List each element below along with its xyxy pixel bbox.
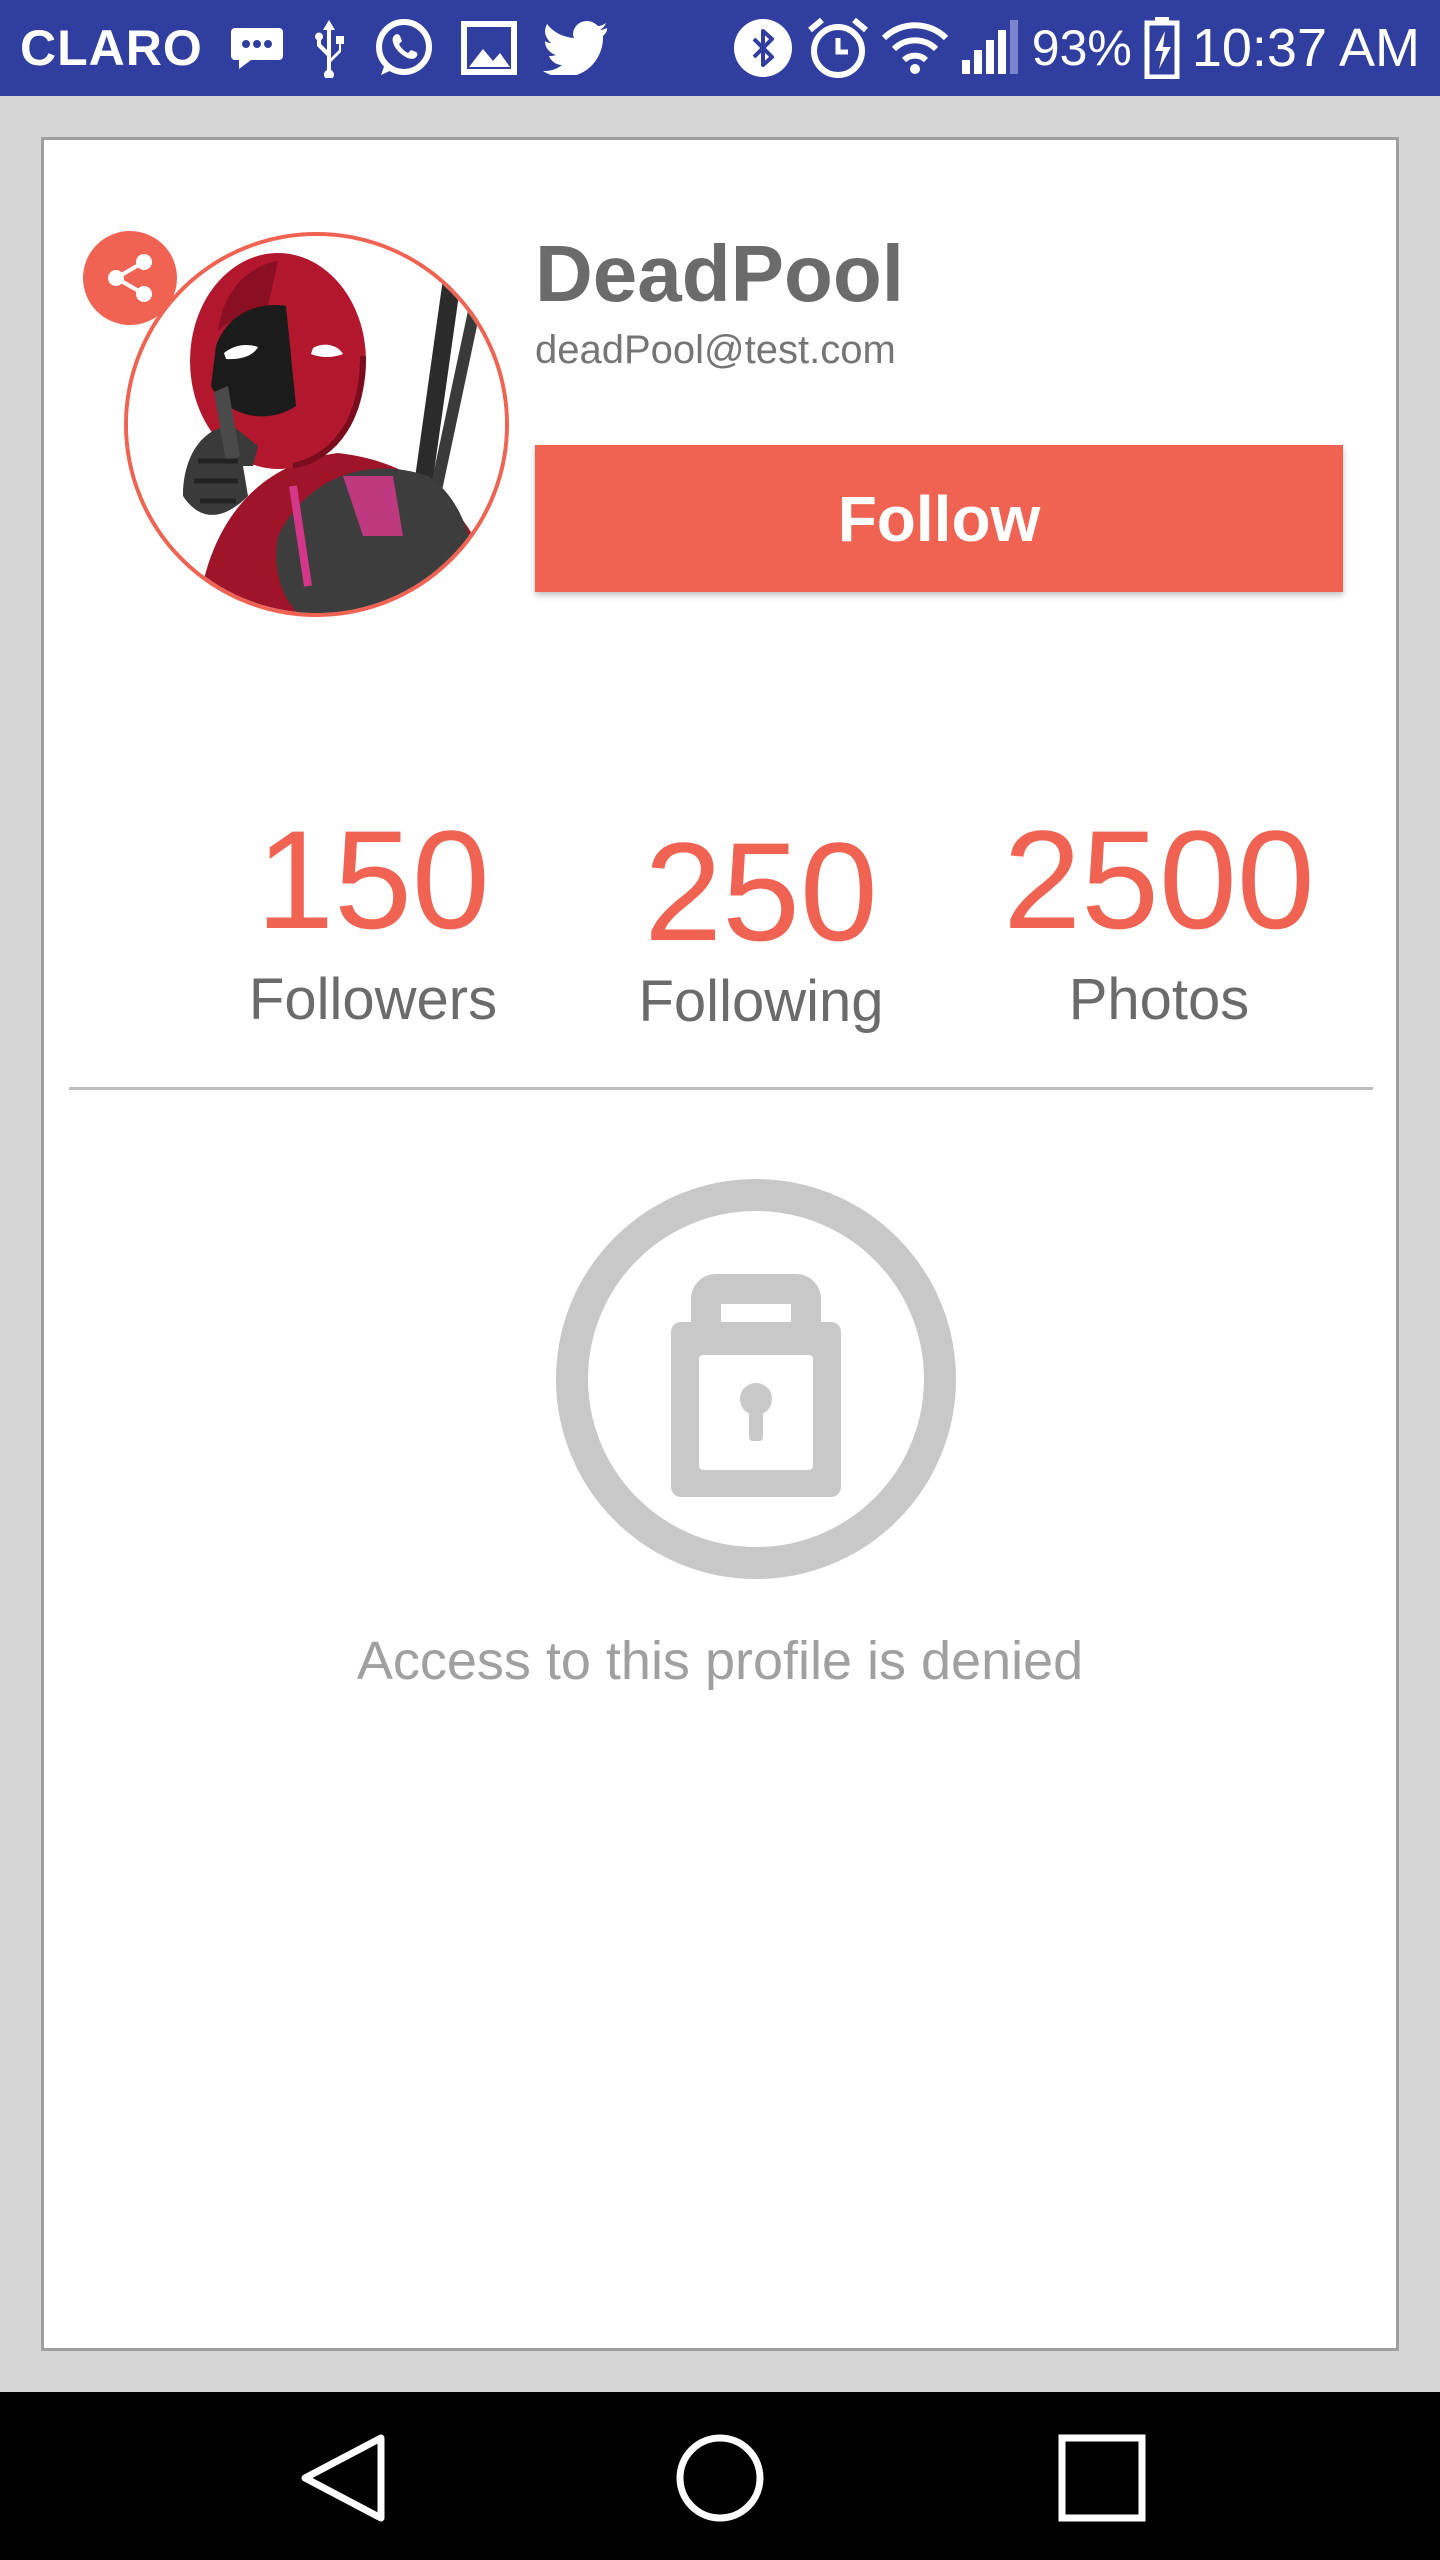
following-count: 250 [644,813,878,970]
share-button[interactable] [83,231,177,325]
recents-icon[interactable] [1052,2428,1152,2528]
photos-label: Photos [1068,967,1250,1032]
stat-photos[interactable]: 2500 Photos [949,810,1369,1033]
deadpool-avatar[interactable] [124,232,509,617]
share-icon [108,254,152,302]
carrier-name: CLARO [20,20,203,76]
stat-followers[interactable]: 150 Followers [163,810,583,1033]
battery-percent: 93% [1031,20,1132,76]
clock: 10:37 AM [1191,18,1420,78]
system-icons: 93% 10:37 AM [732,16,1420,80]
profile-card: DeadPool deadPool@test.com Follow 150 Fo… [41,137,1399,2351]
stat-following[interactable]: 250 Following [551,822,971,1035]
bluetooth-icon [733,19,792,77]
followers-label: Followers [248,967,498,1032]
notification-icons [229,17,609,79]
follow-button[interactable]: Follow [535,445,1343,592]
followers-count: 150 [256,801,490,958]
photos-count: 2500 [1003,801,1315,958]
access-denied-message: Access to this profile is denied [356,1631,1084,1691]
wifi-icon [881,22,948,74]
battery-icon [1144,17,1180,79]
following-label: Following [638,969,884,1034]
navigation-bar [0,2392,1440,2560]
lock-icon [556,1179,956,1579]
profile-name: DeadPool [535,229,904,318]
signal-icon [961,20,1018,74]
twitter-icon [542,21,607,75]
whatsapp-icon [375,19,432,75]
profile-email: deadPool@test.com [535,328,896,372]
status-bar: CLARO 93% 10:37 AM [0,0,1440,96]
message-icon [230,28,283,69]
image-icon [460,21,517,75]
back-icon[interactable] [293,2428,393,2528]
home-icon[interactable] [670,2428,770,2528]
usb-icon [314,20,344,78]
divider [69,1087,1373,1090]
alarm-icon [807,17,868,78]
